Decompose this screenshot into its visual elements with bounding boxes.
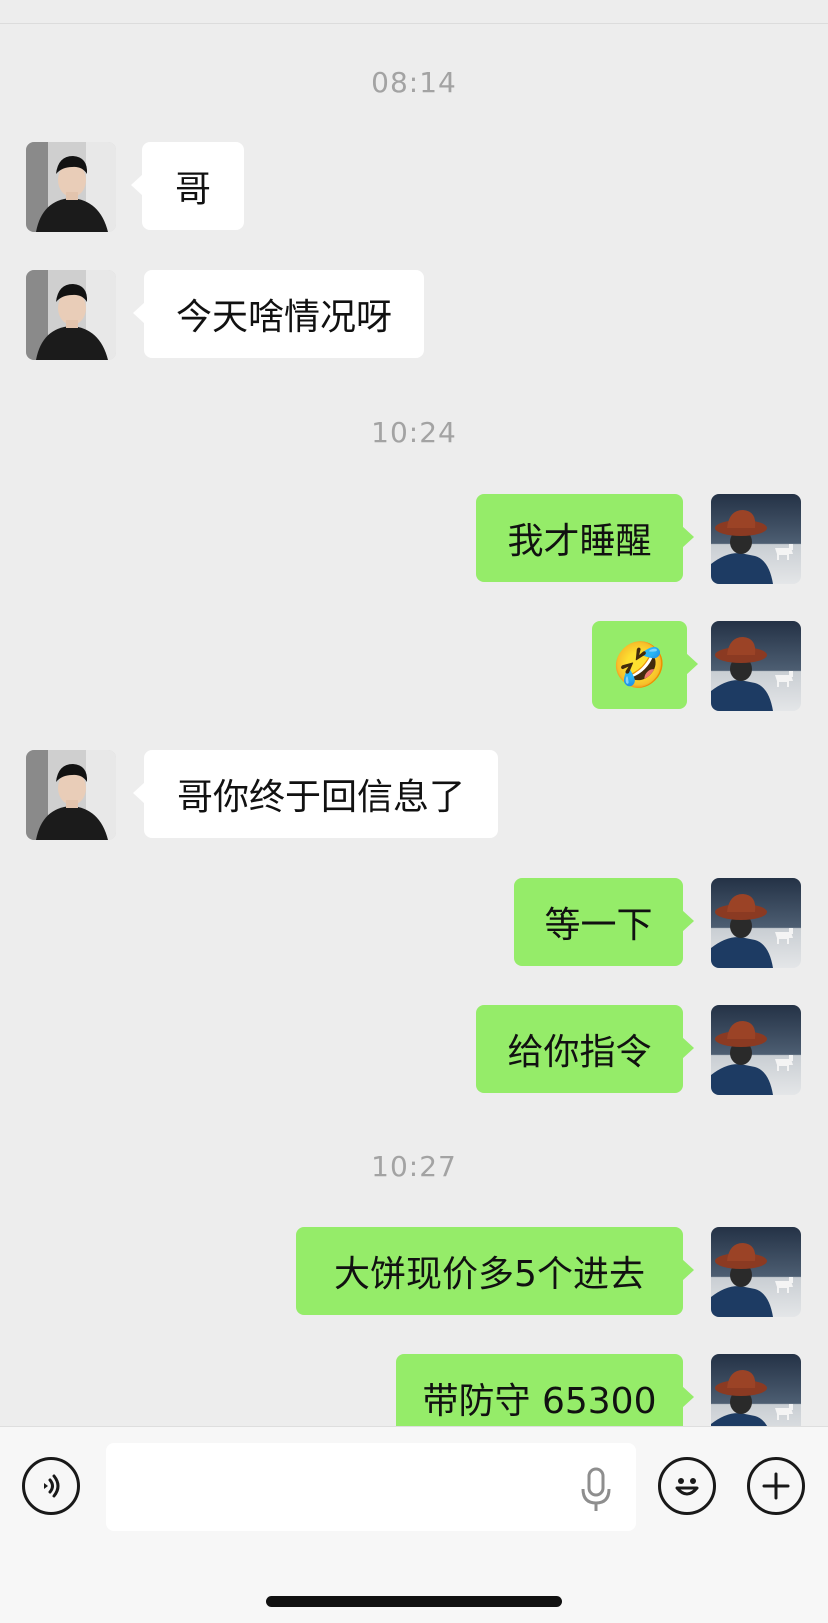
chat-message-list[interactable]: 08:14 哥 今天啥情况呀 10:24 我才睡醒 🤣 哥你终于回信息了 等一下… [0,24,828,1426]
voice-toggle-button[interactable] [22,1457,80,1515]
incoming-message-bubble[interactable]: 哥你终于回信息了 [133,750,498,838]
self-avatar[interactable] [711,621,801,711]
voice-icon [44,1474,60,1498]
home-indicator [266,1596,562,1607]
outgoing-emoji-bubble[interactable]: 🤣 [592,621,698,709]
incoming-message-bubble[interactable]: 今天啥情况呀 [133,270,424,358]
microphone-icon[interactable] [578,1467,614,1513]
self-avatar[interactable] [711,1227,801,1317]
contact-avatar[interactable] [26,270,116,360]
contact-avatar[interactable] [26,142,116,232]
self-avatar[interactable] [711,494,801,584]
chat-input-bar [0,1426,828,1623]
rolling-laughing-emoji-icon: 🤣 [612,640,667,691]
contact-avatar[interactable] [26,750,116,840]
outgoing-message-bubble[interactable]: 带防守 65300 [396,1354,694,1426]
timestamp: 10:24 [371,416,457,449]
more-actions-button[interactable] [747,1457,805,1515]
self-avatar[interactable] [711,878,801,968]
timestamp: 08:14 [371,66,457,99]
outgoing-message-bubble[interactable]: 给你指令 [476,1005,694,1093]
self-avatar[interactable] [711,1005,801,1095]
timestamp: 10:27 [371,1150,457,1183]
outgoing-message-bubble[interactable]: 等一下 [514,878,694,966]
incoming-message-bubble[interactable]: 哥 [131,142,244,230]
outgoing-message-bubble[interactable]: 大饼现价多5个进去 [296,1227,694,1315]
message-input[interactable] [106,1443,636,1531]
emoji-icon [675,1478,699,1496]
emoji-button[interactable] [658,1457,716,1515]
plus-icon [762,1472,790,1500]
top-divider [0,0,828,24]
self-avatar[interactable] [711,1354,801,1426]
outgoing-message-bubble[interactable]: 我才睡醒 [476,494,694,582]
